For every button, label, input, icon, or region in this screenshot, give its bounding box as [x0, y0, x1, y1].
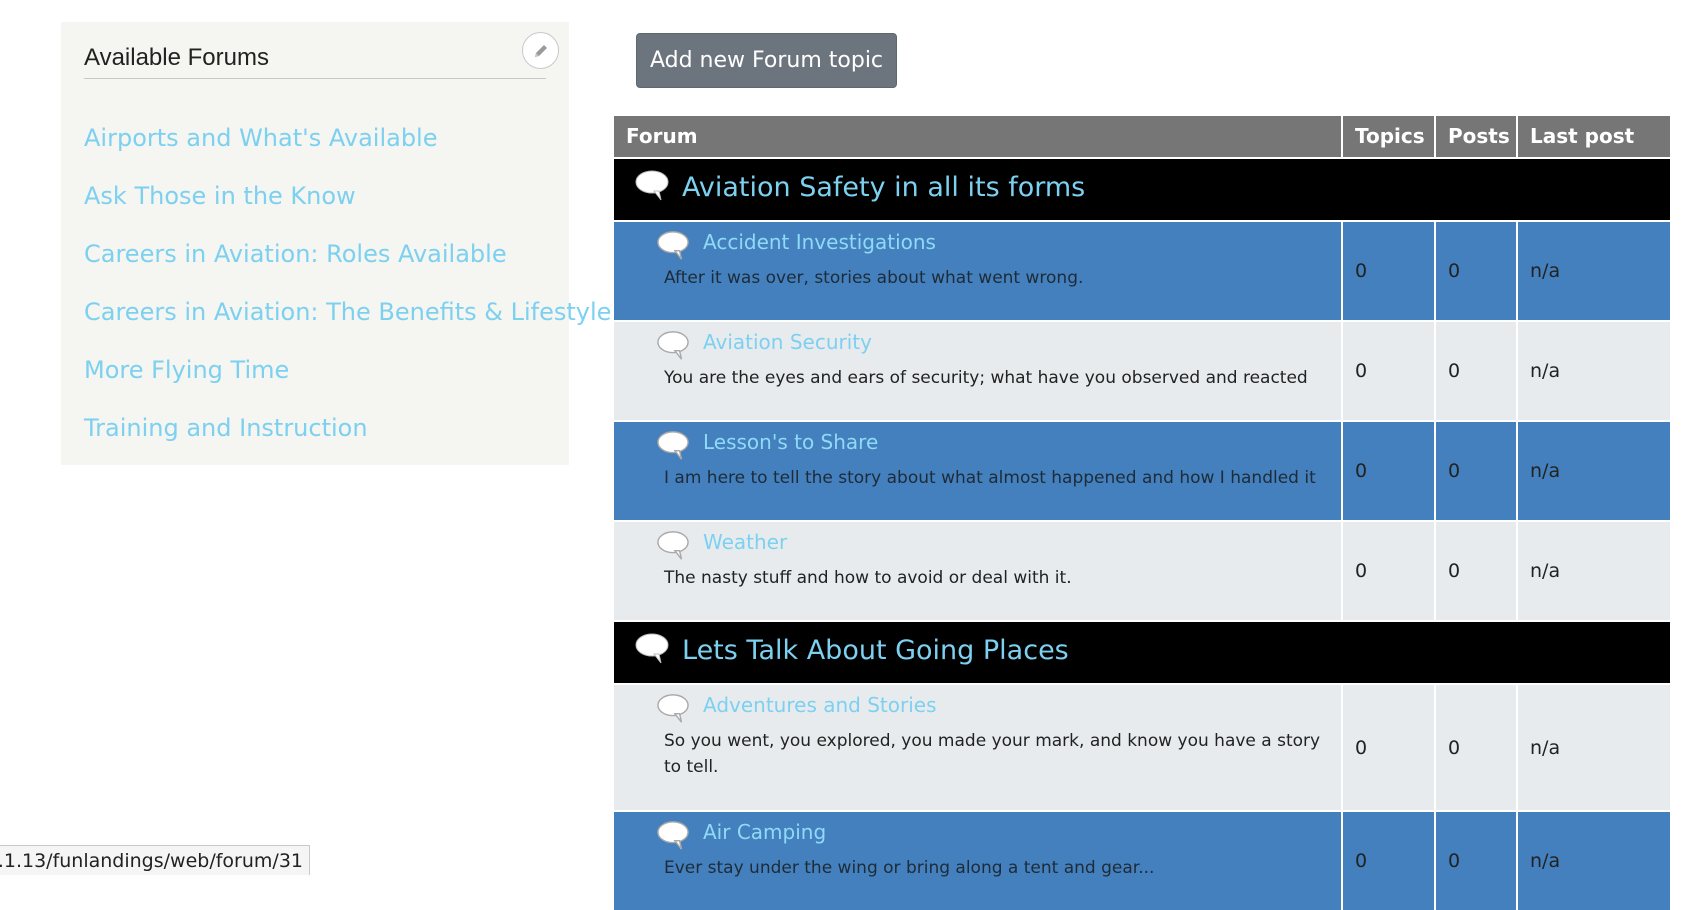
forum-link[interactable]: Adventures and Stories [703, 693, 937, 717]
posts-count: 0 [1434, 812, 1516, 910]
posts-count: 0 [1434, 522, 1516, 620]
sidebar-item-careers-benefits[interactable]: Careers in Aviation: The Benefits & Life… [84, 298, 611, 356]
topics-count: 0 [1341, 322, 1434, 420]
forum-description: So you went, you explored, you made your… [664, 731, 1321, 777]
last-post: n/a [1516, 322, 1670, 420]
topics-count: 0 [1341, 422, 1434, 520]
speech-bubble-icon [635, 633, 669, 664]
forum-description: The nasty stuff and how to avoid or deal… [664, 568, 1072, 588]
forum-description: You are the eyes and ears of security; w… [664, 368, 1308, 388]
sidebar-item-training[interactable]: Training and Instruction [84, 414, 611, 472]
category-title[interactable]: Lets Talk About Going Places [682, 622, 1069, 680]
forum-link[interactable]: Air Camping [703, 820, 826, 844]
table-row: Air Camping Ever stay under the wing or … [614, 810, 1670, 910]
last-post: n/a [1516, 685, 1670, 810]
speech-bubble-icon [657, 531, 689, 560]
category-row: Lets Talk About Going Places [614, 620, 1670, 683]
topics-count: 0 [1341, 685, 1434, 810]
topics-count: 0 [1341, 222, 1434, 320]
sidebar-item-careers-roles[interactable]: Careers in Aviation: Roles Available [84, 240, 611, 298]
sidebar-item-more-flying-time[interactable]: More Flying Time [84, 356, 611, 414]
forum-description: Ever stay under the wing or bring along … [664, 858, 1155, 878]
forum-description: After it was over, stories about what we… [664, 268, 1084, 288]
speech-bubble-icon [657, 431, 689, 460]
status-bar-url: 3.1.13/funlandings/web/forum/31 [0, 845, 310, 875]
speech-bubble-icon [657, 231, 689, 260]
header-topics: Topics [1341, 116, 1434, 157]
available-forums-panel: Available Forums Airports and What's Ava… [61, 22, 611, 465]
speech-bubble-icon [657, 331, 689, 360]
last-post: n/a [1516, 812, 1670, 910]
topics-count: 0 [1341, 522, 1434, 620]
category-row: Aviation Safety in all its forms [614, 157, 1670, 220]
table-row: Lesson's to Share I am here to tell the … [614, 420, 1670, 520]
sidebar-item-ask-those[interactable]: Ask Those in the Know [84, 182, 611, 240]
forum-link[interactable]: Accident Investigations [703, 230, 936, 254]
posts-count: 0 [1434, 222, 1516, 320]
sidebar-forum-list: Airports and What's Available Ask Those … [84, 124, 611, 472]
speech-bubble-icon [657, 694, 689, 723]
header-posts: Posts [1434, 116, 1516, 157]
header-last-post: Last post [1516, 116, 1670, 157]
table-row: Weather The nasty stuff and how to avoid… [614, 520, 1670, 620]
posts-count: 0 [1434, 322, 1516, 420]
header-forum: Forum [626, 124, 698, 148]
table-row: Adventures and Stories So you went, you … [614, 683, 1670, 810]
last-post: n/a [1516, 522, 1670, 620]
forum-link[interactable]: Lesson's to Share [703, 430, 878, 454]
forum-link[interactable]: Weather [703, 530, 787, 554]
speech-bubble-icon [635, 170, 669, 201]
table-row: Aviation Security You are the eyes and e… [614, 320, 1670, 420]
table-row: Accident Investigations After it was ove… [614, 220, 1670, 320]
last-post: n/a [1516, 222, 1670, 320]
forum-table: Forum Topics Posts Last post Aviation Sa… [614, 116, 1670, 910]
speech-bubble-icon [657, 821, 689, 850]
add-forum-topic-button[interactable]: Add new Forum topic [636, 33, 897, 88]
posts-count: 0 [1434, 685, 1516, 810]
forum-link[interactable]: Aviation Security [703, 330, 872, 354]
category-title[interactable]: Aviation Safety in all its forms [682, 159, 1085, 217]
last-post: n/a [1516, 422, 1670, 520]
status-url-text: 3.1.13/funlandings/web/forum/31 [0, 850, 303, 872]
topics-count: 0 [1341, 812, 1434, 910]
posts-count: 0 [1434, 422, 1516, 520]
forum-description: I am here to tell the story about what a… [664, 468, 1316, 488]
sidebar-item-airports[interactable]: Airports and What's Available [84, 124, 611, 182]
table-header: Forum Topics Posts Last post [614, 116, 1670, 157]
sidebar-title: Available Forums [84, 44, 546, 79]
